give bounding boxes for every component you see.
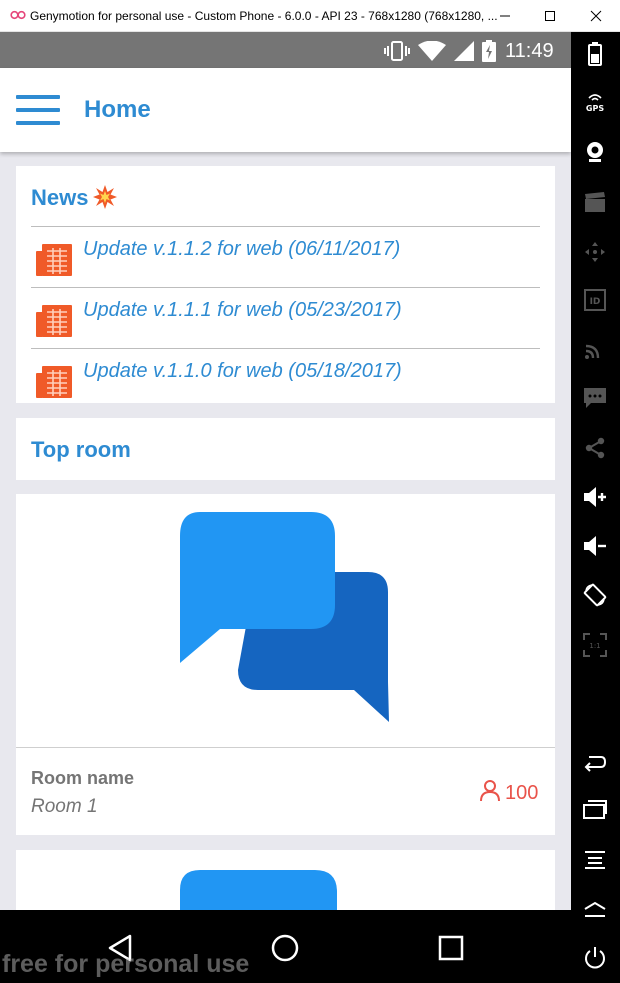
- news-item[interactable]: Update v.1.1.0 for web (05/18/2017): [31, 348, 540, 409]
- burst-icon: [93, 185, 117, 209]
- menu-icon[interactable]: [582, 847, 608, 873]
- recents-square-icon: [438, 935, 464, 961]
- room-name: Room 1: [31, 796, 98, 817]
- move-icon[interactable]: [582, 239, 608, 265]
- top-room-header: Top room: [16, 418, 555, 480]
- news-item-text: Update v.1.1.2 for web (06/11/2017): [83, 238, 401, 260]
- share-icon[interactable]: [582, 435, 608, 461]
- news-item[interactable]: Update v.1.1.2 for web (06/11/2017): [31, 226, 540, 287]
- maximize-button[interactable]: [527, 0, 573, 32]
- top-room-title: Top room: [31, 437, 131, 462]
- volume-down-icon[interactable]: [582, 533, 608, 559]
- webcam-icon[interactable]: [582, 139, 608, 165]
- recent-apps-icon[interactable]: [582, 796, 608, 822]
- news-item[interactable]: Update v.1.1.1 for web (05/23/2017): [31, 287, 540, 348]
- room-name-label: Room name: [31, 768, 135, 788]
- room-card[interactable]: Room name Room 1 100: [16, 494, 555, 835]
- svg-text:1:1: 1:1: [589, 642, 600, 650]
- home-icon[interactable]: [582, 896, 608, 922]
- document-icon: [36, 366, 72, 398]
- battery-icon[interactable]: [582, 41, 608, 67]
- news-title: News: [31, 185, 89, 210]
- battery-charging-icon: [482, 40, 496, 62]
- nav-recents-button[interactable]: [431, 928, 471, 968]
- divider: [16, 747, 555, 748]
- news-item-text: Update v.1.1.1 for web (05/23/2017): [83, 299, 402, 321]
- genymotion-logo-icon: [10, 10, 26, 20]
- room-card[interactable]: [16, 850, 555, 910]
- genymotion-toolbar: GPS ID 1:1: [571, 32, 620, 983]
- maximize-icon: [545, 11, 555, 21]
- back-icon[interactable]: [582, 750, 608, 776]
- svg-text:ID: ID: [590, 297, 601, 307]
- rotate-icon[interactable]: [582, 582, 608, 608]
- app-toolbar: Home: [0, 68, 571, 152]
- chat-bubbles-icon: [180, 870, 337, 910]
- page-title: Home: [84, 96, 151, 123]
- minimize-button[interactable]: [482, 0, 528, 32]
- user-icon: [480, 780, 500, 802]
- vibrate-icon: [384, 41, 410, 61]
- pixel-perfect-icon[interactable]: 1:1: [582, 632, 608, 658]
- news-item-text: Update v.1.1.0 for web (05/18/2017): [83, 360, 402, 382]
- clapperboard-icon[interactable]: [582, 189, 608, 215]
- sms-icon[interactable]: [582, 385, 608, 411]
- news-card: News Update v.1.1.2 for web (06/11/2017)…: [16, 166, 555, 403]
- status-icons: [384, 40, 496, 62]
- android-status-bar: 11:49: [0, 32, 571, 68]
- member-count: 100: [505, 782, 539, 804]
- document-icon: [36, 305, 72, 337]
- menu-hamburger-icon[interactable]: [16, 95, 60, 127]
- status-time: 11:49: [505, 40, 554, 62]
- volume-up-icon[interactable]: [582, 484, 608, 510]
- close-button[interactable]: [573, 0, 619, 32]
- svg-text:GPS: GPS: [586, 104, 604, 113]
- chat-bubbles-icon: [180, 512, 389, 722]
- id-icon[interactable]: ID: [582, 287, 608, 313]
- power-icon[interactable]: [582, 945, 608, 971]
- document-icon: [36, 244, 72, 276]
- home-circle-icon: [271, 934, 299, 962]
- cast-icon[interactable]: [582, 336, 608, 362]
- minimize-icon: [500, 15, 510, 17]
- nav-home-button[interactable]: [265, 928, 305, 968]
- home-content[interactable]: News Update v.1.1.2 for web (06/11/2017)…: [0, 152, 571, 910]
- close-icon: [590, 10, 602, 22]
- window-title: Genymotion for personal use - Custom Pho…: [30, 9, 498, 23]
- window-title-bar: Genymotion for personal use - Custom Pho…: [0, 0, 620, 32]
- wifi-icon: [418, 41, 446, 61]
- signal-icon: [454, 41, 474, 61]
- gps-icon[interactable]: GPS: [582, 89, 608, 115]
- watermark: free for personal use: [2, 950, 250, 978]
